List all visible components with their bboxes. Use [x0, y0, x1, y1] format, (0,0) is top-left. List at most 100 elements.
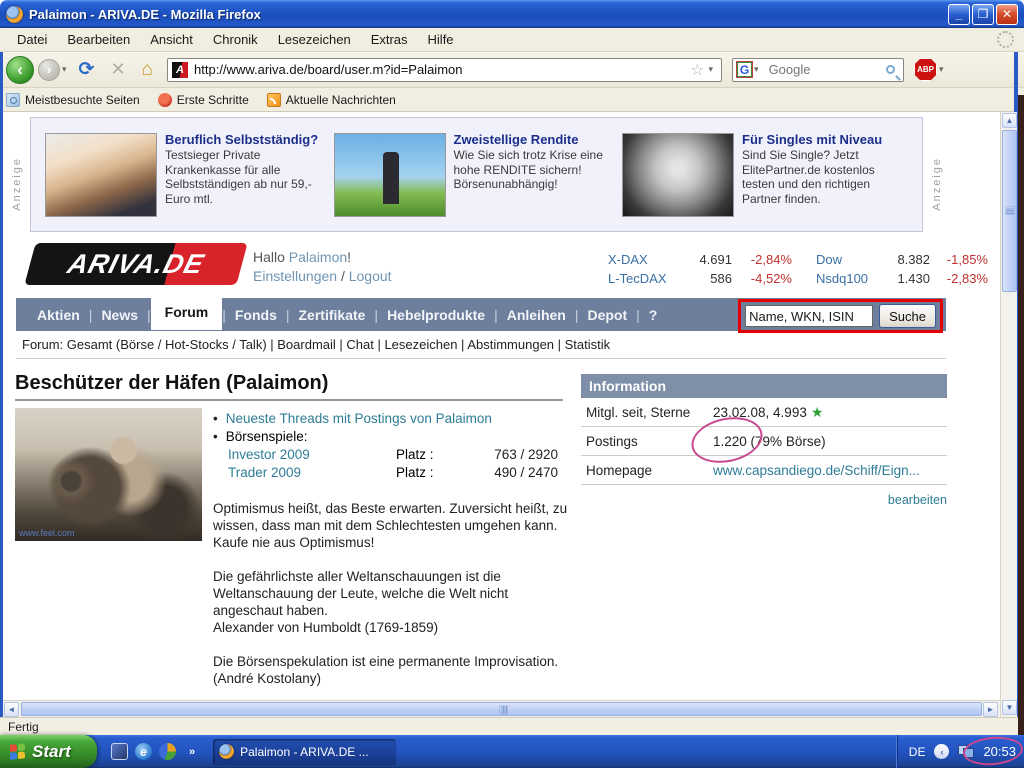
index-value: 8.382 [882, 250, 930, 269]
maximize-button[interactable]: ❐ [972, 4, 994, 25]
index-name[interactable]: Dow [816, 250, 882, 269]
start-button[interactable]: Start [0, 735, 97, 768]
index-value: 586 [680, 269, 732, 288]
ariva-logo[interactable]: ARIVA.DE [24, 243, 247, 285]
quicklaunch-overflow-chevron[interactable]: » [189, 746, 195, 758]
firefox-icon [219, 744, 234, 759]
nav-help[interactable]: ? [640, 307, 667, 323]
tray-collapse-icon[interactable]: ‹ [934, 744, 949, 759]
nav-zertifikate[interactable]: Zertifikate [290, 307, 375, 323]
scroll-up-button[interactable]: ▲ [1002, 113, 1017, 128]
nav-fonds[interactable]: Fonds [226, 307, 286, 323]
internet-explorer-icon[interactable]: e [135, 743, 152, 760]
minimize-button[interactable]: _ [948, 4, 970, 25]
info-header: Information [581, 374, 947, 398]
game-link[interactable]: Trader 2009 [228, 464, 396, 482]
taskbar: Start e » Palaimon - ARIVA.DE ... DE ‹ 2… [0, 735, 1024, 768]
game-row-trader: Trader 2009 Platz : 490 / 2470 [228, 464, 563, 482]
game-link[interactable]: Investor 2009 [228, 446, 396, 464]
nav-news[interactable]: News [92, 307, 147, 323]
profile-mosaic-image: www.feel.com [15, 408, 202, 541]
username-link[interactable]: Palaimon [289, 249, 347, 265]
nav-anleihen[interactable]: Anleihen [498, 307, 575, 323]
quote-3-author: (André Kostolany) [213, 671, 321, 686]
nav-hebelprodukte[interactable]: Hebelprodukte [378, 307, 494, 323]
index-value: 4.691 [680, 250, 732, 269]
ad-photo-father-child [334, 133, 446, 217]
menu-bearbeiten[interactable]: Bearbeiten [58, 29, 139, 50]
nav-aktien[interactable]: Aktien [28, 307, 89, 323]
menu-lesezeichen[interactable]: Lesezeichen [269, 29, 360, 50]
ad-rendite[interactable]: Zweistellige Rendite Wie Sie sich trotz … [334, 133, 620, 217]
scroll-down-button[interactable]: ▼ [1002, 700, 1017, 715]
info-panel: Information Mitgl. seit, Sterne 23.02.08… [581, 374, 947, 507]
menu-hilfe[interactable]: Hilfe [419, 29, 463, 50]
info-row-member: Mitgl. seit, Sterne 23.02.08, 4.993 ★ [581, 398, 947, 427]
menu-datei[interactable]: Datei [8, 29, 56, 50]
language-indicator[interactable]: DE [909, 745, 926, 759]
vertical-scroll-thumb[interactable] [1002, 130, 1017, 292]
game-rank: 763 / 2920 [458, 446, 558, 464]
ad-text: Wie Sie sich trotz Krise eine hohe RENDI… [454, 148, 603, 191]
title-rule [15, 399, 563, 401]
info-row-postings: Postings 1.220 (79% Börse) [581, 427, 947, 456]
quote-1: Optimismus heißt, das Beste erwarten. Zu… [213, 500, 569, 551]
quote-3: Die Börsenspekulation ist eine permanent… [213, 653, 569, 687]
image-watermark: www.feel.com [19, 528, 75, 538]
nav-depot[interactable]: Depot [578, 307, 636, 323]
desktop-edge [1018, 95, 1024, 737]
window-titlebar[interactable]: Palaimon - ARIVA.DE - Mozilla Firefox _ … [0, 0, 1024, 28]
bearbeiten-link[interactable]: bearbeiten [888, 493, 947, 507]
info-row-homepage: Homepage www.capsandiego.de/Schiff/Eign.… [581, 456, 947, 485]
ad-elitepartner[interactable]: Für Singles mit Niveau Sind Sie Single? … [622, 133, 908, 217]
index-change: -1,85% [930, 250, 988, 269]
user-greeting: Hallo Palaimon! Einstellungen / Logout [253, 248, 392, 286]
settings-link[interactable]: Einstellungen [253, 268, 337, 284]
horizontal-scrollbar[interactable]: ◄ ► [3, 700, 1000, 717]
scroll-left-button[interactable]: ◄ [4, 702, 19, 717]
vertical-scrollbar[interactable]: ▲ ▼ [1000, 112, 1017, 717]
index-name[interactable]: X-DAX [608, 250, 680, 269]
menu-chronik[interactable]: Chronik [204, 29, 267, 50]
task-button-firefox[interactable]: Palaimon - ARIVA.DE ... [213, 739, 396, 765]
quick-launch: e » [111, 743, 195, 760]
status-text: Fertig [8, 720, 39, 734]
market-indices: X-DAX 4.691 -2,84% Dow 8.382 -1,85% L-Te… [608, 250, 988, 288]
profile-quotes: Optimismus heißt, das Beste erwarten. Zu… [213, 500, 569, 700]
index-change: -2,84% [732, 250, 792, 269]
index-name[interactable]: Nsdq100 [816, 269, 882, 288]
media-player-icon[interactable] [159, 743, 176, 760]
close-button[interactable]: ✕ [996, 4, 1018, 25]
index-name[interactable]: L-TecDAX [608, 269, 680, 288]
stock-search-input[interactable] [745, 305, 873, 327]
ad-photo-man [45, 133, 157, 217]
firefox-icon [6, 6, 23, 23]
games-label: Börsenspiele: [226, 429, 308, 444]
forum-breadcrumb[interactable]: Forum: Gesamt (Börse / Hot-Stocks / Talk… [16, 331, 946, 359]
horizontal-scroll-thumb[interactable] [21, 702, 982, 716]
game-row-investor: Investor 2009 Platz : 763 / 2920 [228, 446, 563, 464]
menu-extras[interactable]: Extras [362, 29, 417, 50]
index-value: 1.430 [882, 269, 930, 288]
nav-forum-active[interactable]: Forum [151, 295, 223, 330]
menu-bar: Datei Bearbeiten Ansicht Chronik Lesezei… [0, 28, 1024, 52]
ad-title[interactable]: Beruflich Selbstständig? [165, 133, 331, 148]
ad-text: Testsieger Private Krankenkasse für alle… [165, 148, 312, 206]
menu-ansicht[interactable]: Ansicht [141, 29, 202, 50]
suche-button[interactable]: Suche [879, 304, 936, 328]
ad-photo-woman [622, 133, 734, 217]
ad-krankenkasse[interactable]: Beruflich Selbstständig? Testsieger Priv… [45, 133, 331, 217]
profile-links: Neueste Threads mit Postings von Palaimo… [213, 410, 563, 482]
quicklaunch-app-icon[interactable] [111, 743, 128, 760]
ad-title[interactable]: Zweistellige Rendite [454, 133, 620, 148]
logout-link[interactable]: Logout [349, 268, 392, 284]
scroll-right-button[interactable]: ► [983, 702, 998, 717]
homepage-link[interactable]: www.capsandiego.de/Schiff/Eign... [713, 463, 920, 478]
throbber-icon [997, 31, 1014, 48]
status-bar: Fertig [0, 717, 1018, 735]
window-title: Palaimon - ARIVA.DE - Mozilla Firefox [29, 7, 261, 22]
page-content: Anzeige Anzeige Beruflich Selbstständig?… [3, 112, 1000, 700]
index-change: -2,83% [930, 269, 988, 288]
ad-title[interactable]: Für Singles mit Niveau [742, 133, 908, 148]
threads-link[interactable]: Neueste Threads mit Postings von Palaimo… [226, 411, 492, 426]
